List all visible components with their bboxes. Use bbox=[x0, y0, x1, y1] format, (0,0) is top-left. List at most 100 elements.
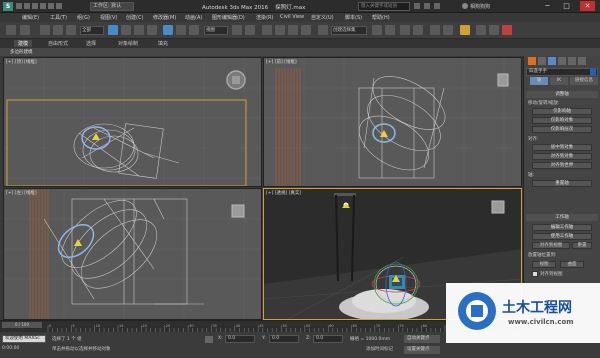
select-link-icon[interactable] bbox=[40, 25, 50, 35]
auto-key-button[interactable]: 自动关键点 bbox=[404, 335, 440, 343]
working-pivot-rollout[interactable]: 工作轴 bbox=[526, 214, 598, 221]
project-icon[interactable] bbox=[56, 3, 62, 9]
viewport-front[interactable]: [+] [前] [线框] bbox=[263, 57, 522, 187]
align-to-object-button[interactable]: 对齐到对象 bbox=[532, 153, 592, 160]
layer-explorer-icon[interactable] bbox=[413, 25, 423, 35]
manipulate-icon[interactable] bbox=[245, 25, 255, 35]
tab-populate[interactable]: 填充 bbox=[158, 40, 168, 47]
reset-button[interactable]: 重置 bbox=[572, 242, 592, 249]
utilities-tab-icon[interactable] bbox=[578, 57, 586, 65]
minimize-button[interactable]: ─ bbox=[540, 1, 555, 11]
viewport-left-label[interactable]: [+] [左] [线框] bbox=[6, 190, 37, 196]
tab-freeform[interactable]: 自由形式 bbox=[48, 40, 68, 47]
pivot-center-icon[interactable] bbox=[232, 25, 242, 35]
link-info-toggle[interactable]: 链接信息 bbox=[570, 77, 598, 85]
menu-modifiers[interactable]: 修改器(M) bbox=[153, 14, 176, 21]
angle-snap-icon[interactable] bbox=[275, 25, 285, 35]
polygon-modeling-label[interactable]: 多边形建模 bbox=[10, 49, 33, 55]
menu-graph-editors[interactable]: 图形编辑器(D) bbox=[212, 14, 245, 21]
maximize-button[interactable]: □ bbox=[559, 1, 574, 11]
modify-tab-icon[interactable] bbox=[538, 57, 546, 65]
bind-spacewarp-icon[interactable] bbox=[66, 25, 76, 35]
new-file-icon[interactable] bbox=[16, 3, 22, 9]
window-crossing-icon[interactable] bbox=[147, 25, 157, 35]
move-icon[interactable] bbox=[163, 25, 173, 35]
scale-icon[interactable] bbox=[189, 25, 199, 35]
selection-filter-dropdown[interactable]: 全部 bbox=[80, 26, 104, 35]
spinner-snap-icon[interactable] bbox=[301, 25, 311, 35]
use-working-pivot-button[interactable]: 使用工作轴 bbox=[532, 233, 592, 240]
motion-tab-icon[interactable] bbox=[558, 57, 566, 65]
search-input[interactable]: 键入关键字或短语 bbox=[358, 2, 410, 11]
reset-pivot-button[interactable]: 重置轴 bbox=[532, 180, 592, 187]
user-name[interactable]: 相狗狗狗 bbox=[470, 3, 490, 10]
viewport-persp-label[interactable]: [+] [透视] [真实] bbox=[266, 190, 301, 196]
redo-icon[interactable] bbox=[20, 25, 30, 35]
y-coord-field[interactable]: 0.0 bbox=[269, 335, 299, 343]
star-icon[interactable] bbox=[424, 3, 430, 9]
material-editor-icon[interactable] bbox=[460, 25, 470, 35]
adjust-pivot-rollout[interactable]: 调整轴 bbox=[526, 91, 598, 98]
surface-button[interactable]: 曲面 bbox=[560, 261, 584, 268]
center-to-object-button[interactable]: 居中到对象 bbox=[532, 144, 592, 151]
z-coord-field[interactable]: 0.0 bbox=[313, 335, 343, 343]
view-button[interactable]: 视图 bbox=[532, 261, 556, 268]
menu-civil-view[interactable]: Civil View bbox=[280, 14, 304, 20]
maxscript-listener[interactable]: 欢迎使用 MAXSc bbox=[2, 335, 46, 343]
rotate-icon[interactable] bbox=[176, 25, 186, 35]
redo-icon[interactable] bbox=[48, 3, 54, 9]
viewport-front-label[interactable]: [+] [前] [线框] bbox=[266, 59, 297, 65]
snap-toggle-icon[interactable] bbox=[262, 25, 272, 35]
add-time-tag[interactable]: 添加时间标记 bbox=[366, 346, 393, 352]
reference-coord-dropdown[interactable]: 视图 bbox=[204, 26, 228, 35]
timeline[interactable]: 0 / 100 0 5 10 15 20 25 30 35 40 45 50 55 60 65 70 75 80… bbox=[0, 320, 523, 332]
scene-explorer-icon[interactable] bbox=[400, 25, 410, 35]
hierarchy-tab-icon[interactable] bbox=[548, 57, 556, 65]
menu-animation[interactable]: 动画(A) bbox=[185, 14, 202, 21]
ik-toggle[interactable]: IK bbox=[550, 77, 568, 85]
align-to-view-checkbox[interactable] bbox=[532, 271, 538, 277]
render-setup-icon[interactable] bbox=[476, 25, 486, 35]
tab-object-paint[interactable]: 对象绘制 bbox=[118, 40, 138, 47]
menu-customize[interactable]: 自定义(U) bbox=[311, 14, 334, 21]
schematic-view-icon[interactable] bbox=[443, 25, 453, 35]
menu-tools[interactable]: 工具(T) bbox=[50, 14, 67, 21]
user-icon[interactable] bbox=[462, 3, 468, 9]
menu-rendering[interactable]: 渲染(R) bbox=[256, 14, 273, 21]
select-object-icon[interactable] bbox=[108, 25, 118, 35]
create-tab-icon[interactable] bbox=[528, 57, 536, 65]
affect-pivot-only-button[interactable]: 仅影响轴 bbox=[532, 108, 592, 115]
affect-hierarchy-only-button[interactable]: 仅影响层次 bbox=[532, 126, 592, 133]
align-to-world-button[interactable]: 对齐到世界 bbox=[532, 162, 592, 169]
menu-edit[interactable]: 编辑(E) bbox=[22, 14, 39, 21]
rendered-frame-icon[interactable] bbox=[489, 25, 499, 35]
menu-create[interactable]: 创建(C) bbox=[126, 14, 143, 21]
infocenter-icon[interactable] bbox=[434, 3, 440, 9]
affect-object-only-button[interactable]: 仅影响对象 bbox=[532, 117, 592, 124]
save-file-icon[interactable] bbox=[32, 3, 38, 9]
lock-selection-icon[interactable] bbox=[205, 336, 213, 343]
percent-snap-icon[interactable] bbox=[288, 25, 298, 35]
menu-views[interactable]: 视图(V) bbox=[100, 14, 117, 21]
set-key-button[interactable]: 设置关键点 bbox=[404, 346, 440, 354]
undo-icon[interactable] bbox=[6, 25, 16, 35]
workspace-dropdown[interactable]: 工作区: 默认 bbox=[90, 2, 134, 11]
edit-working-pivot-button[interactable]: 编辑工作轴 bbox=[532, 224, 592, 231]
x-coord-field[interactable]: 0.0 bbox=[225, 335, 255, 343]
tab-selection[interactable]: 选择 bbox=[86, 40, 96, 47]
menu-help[interactable]: 帮助(H) bbox=[372, 14, 390, 21]
curve-editor-icon[interactable] bbox=[430, 25, 440, 35]
select-by-name-icon[interactable] bbox=[121, 25, 131, 35]
viewport-left[interactable]: [+] [左] [线框] bbox=[3, 188, 262, 320]
object-name-field[interactable]: 四盏手手 bbox=[526, 68, 598, 76]
unlink-icon[interactable] bbox=[53, 25, 63, 35]
object-color-swatch[interactable] bbox=[590, 69, 596, 75]
selection-region-icon[interactable] bbox=[134, 25, 144, 35]
align-to-view-button[interactable]: 对齐到视图 bbox=[532, 242, 570, 249]
align-icon[interactable] bbox=[385, 25, 395, 35]
app-logo[interactable]: S bbox=[3, 2, 13, 11]
undo-icon[interactable] bbox=[40, 3, 46, 9]
mirror-icon[interactable] bbox=[372, 25, 382, 35]
menu-group[interactable]: 组(G) bbox=[77, 14, 90, 21]
close-button[interactable]: ✕ bbox=[580, 1, 595, 11]
